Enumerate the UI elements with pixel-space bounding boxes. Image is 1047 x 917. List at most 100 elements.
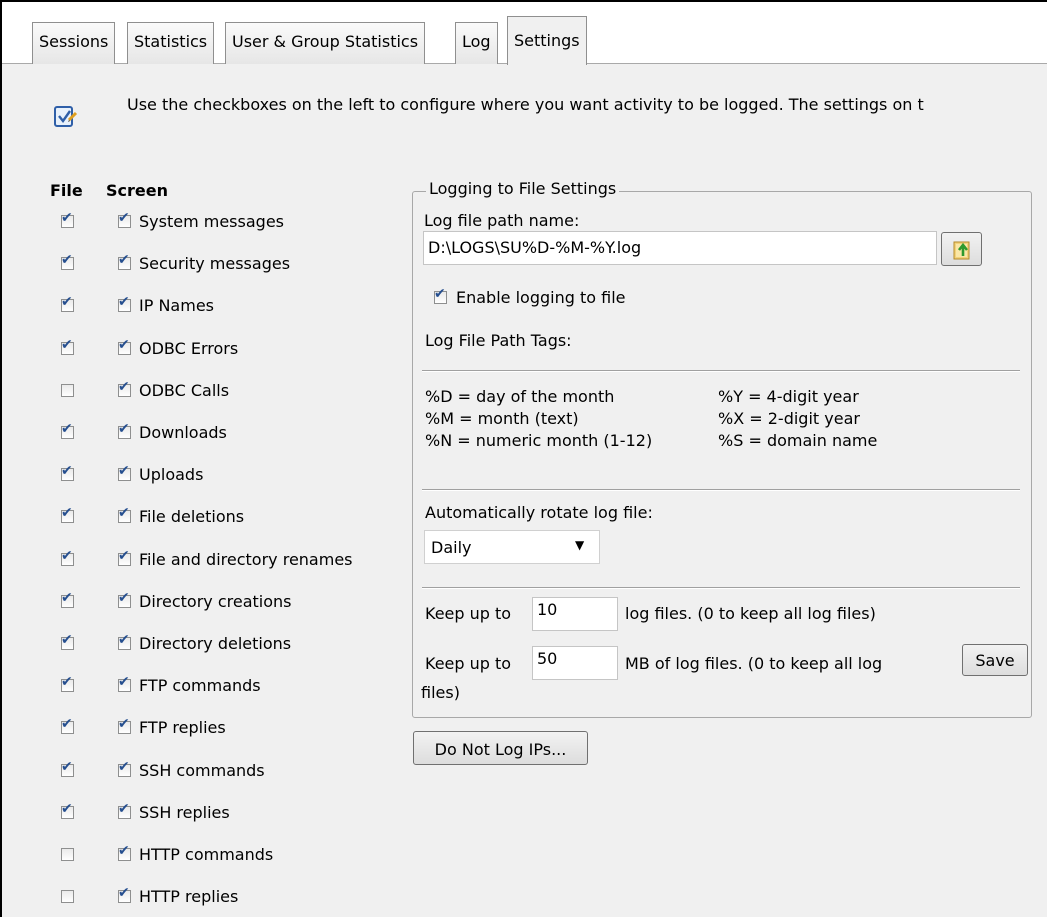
- group-legend: Logging to File Settings: [426, 179, 620, 198]
- keep-files-suffix: log files. (0 to keep all log files): [625, 604, 876, 623]
- checkmark-icon: ✔: [61, 421, 73, 437]
- logging-to-file-group: [412, 191, 1032, 718]
- checkmark-icon: ✔: [118, 632, 130, 648]
- save-button[interactable]: Save: [962, 644, 1028, 676]
- checklist-icon: [54, 104, 78, 128]
- screen-checkbox-http-replies[interactable]: ✔: [118, 886, 131, 903]
- keep-mb-input[interactable]: 50: [532, 646, 618, 680]
- keep-files-prefix: Keep up to: [425, 604, 512, 623]
- file-checkbox-directory-creations[interactable]: ✔: [61, 591, 74, 608]
- screen-checkbox-directory-deletions[interactable]: ✔: [118, 633, 131, 650]
- file-checkbox-ftp-commands[interactable]: ✔: [61, 675, 74, 692]
- enable-logging-label: Enable logging to file: [456, 288, 626, 307]
- screen-checkbox-file-and-directory-renames[interactable]: ✔: [118, 549, 131, 566]
- screen-checkbox-ssh-replies[interactable]: ✔: [118, 802, 131, 819]
- browse-folder-button[interactable]: [941, 232, 982, 266]
- checkmark-icon: ✔: [61, 337, 73, 353]
- screen-checkbox-ftp-commands[interactable]: ✔: [118, 675, 131, 692]
- checkmark-icon: ✔: [61, 632, 73, 648]
- tags-title: Log File Path Tags:: [425, 331, 572, 350]
- rotate-select[interactable]: Daily ▼: [424, 530, 600, 564]
- keep-files-input[interactable]: 10: [532, 597, 618, 631]
- file-checkbox-file-and-directory-renames[interactable]: ✔: [61, 549, 74, 566]
- checkmark-icon: ✔: [61, 590, 73, 606]
- checkmark-icon: ✔: [118, 252, 130, 268]
- folder-icon: [952, 239, 974, 265]
- file-checkbox-ssh-commands[interactable]: ✔: [61, 760, 74, 777]
- log-item-label: File deletions: [139, 507, 245, 526]
- screen-checkbox-system-messages[interactable]: ✔: [118, 211, 131, 228]
- screen-checkbox-uploads[interactable]: ✔: [118, 464, 131, 481]
- log-item-label: SSH commands: [139, 761, 265, 780]
- tab-log[interactable]: Log: [455, 22, 498, 64]
- screen-checkbox-ftp-replies[interactable]: ✔: [118, 717, 131, 734]
- log-item-label: File and directory renames: [139, 550, 353, 569]
- checkmark-icon: ✔: [118, 421, 130, 437]
- tag-month-text: %M = month (text): [425, 409, 579, 428]
- checkmark-icon: ✔: [118, 674, 130, 690]
- checkmark-icon: ✔: [118, 885, 130, 901]
- checkmark-icon: ✔: [118, 463, 130, 479]
- checkmark-icon: ✔: [61, 801, 73, 817]
- tag-domain-name: %S = domain name: [718, 431, 878, 450]
- checkmark-icon: ✔: [61, 210, 73, 226]
- log-item-label: Downloads: [139, 423, 227, 442]
- log-path-label: Log file path name:: [424, 211, 580, 230]
- tag-day: %D = day of the month: [425, 387, 615, 406]
- checkmark-icon: ✔: [61, 759, 73, 775]
- screen-checkbox-downloads[interactable]: ✔: [118, 422, 131, 439]
- screen-checkbox-odbc-errors[interactable]: ✔: [118, 338, 131, 355]
- log-item-label: ODBC Errors: [139, 339, 239, 358]
- tag-numeric-month: %N = numeric month (1-12): [425, 431, 653, 450]
- file-checkbox-system-messages[interactable]: ✔: [61, 211, 74, 228]
- tab-user-group-statistics[interactable]: User & Group Statistics: [225, 22, 426, 64]
- screen-checkbox-file-deletions[interactable]: ✔: [118, 506, 131, 523]
- chevron-down-icon: ▼: [575, 538, 585, 552]
- checkmark-icon: ✔: [61, 252, 73, 268]
- log-path-input[interactable]: D:\LOGS\SU%D-%M-%Y.log: [423, 231, 937, 265]
- file-checkbox-ftp-replies[interactable]: ✔: [61, 717, 74, 734]
- screen-checkbox-directory-creations[interactable]: ✔: [118, 591, 131, 608]
- file-checkbox-http-replies[interactable]: [61, 890, 74, 903]
- screen-checkbox-ssh-commands[interactable]: ✔: [118, 760, 131, 777]
- enable-logging-checkbox[interactable]: ✔: [434, 287, 447, 304]
- file-checkbox-downloads[interactable]: ✔: [61, 422, 74, 439]
- file-checkbox-directory-deletions[interactable]: ✔: [61, 633, 74, 650]
- checkmark-icon: ✔: [118, 801, 130, 817]
- tab-bar: Sessions Statistics User & Group Statist…: [2, 2, 1047, 65]
- tab-settings[interactable]: Settings: [507, 16, 587, 65]
- separator: [422, 587, 1020, 589]
- file-checkbox-odbc-errors[interactable]: ✔: [61, 338, 74, 355]
- log-item-label: Uploads: [139, 465, 204, 484]
- file-checkbox-ip-names[interactable]: ✔: [61, 295, 74, 312]
- file-checkbox-security-messages[interactable]: ✔: [61, 253, 74, 270]
- screen-column-header: Screen: [106, 181, 168, 200]
- screen-checkbox-http-commands[interactable]: ✔: [118, 844, 131, 861]
- file-checkbox-odbc-calls[interactable]: [61, 384, 74, 397]
- tab-sessions[interactable]: Sessions: [32, 22, 116, 64]
- do-not-log-ips-button[interactable]: Do Not Log IPs...: [413, 731, 588, 765]
- checkmark-icon: ✔: [61, 294, 73, 310]
- file-checkbox-uploads[interactable]: ✔: [61, 464, 74, 481]
- file-checkbox-http-commands[interactable]: [61, 848, 74, 861]
- tab-statistics[interactable]: Statistics: [127, 22, 215, 64]
- log-item-label: SSH replies: [139, 803, 230, 822]
- log-settings-window: Sessions Statistics User & Group Statist…: [0, 0, 1047, 917]
- log-item-label: HTTP commands: [139, 845, 274, 864]
- log-item-label: FTP commands: [139, 676, 261, 695]
- separator: [422, 370, 1020, 372]
- screen-checkbox-odbc-calls[interactable]: ✔: [118, 380, 131, 397]
- screen-checkbox-ip-names[interactable]: ✔: [118, 295, 131, 312]
- file-checkbox-file-deletions[interactable]: ✔: [61, 506, 74, 523]
- keep-mb-suffix-wrap: files): [421, 683, 460, 702]
- checkmark-icon: ✔: [118, 590, 130, 606]
- log-item-label: IP Names: [139, 296, 214, 315]
- file-checkbox-ssh-replies[interactable]: ✔: [61, 802, 74, 819]
- screen-checkbox-security-messages[interactable]: ✔: [118, 253, 131, 270]
- checkmark-icon: ✔: [61, 548, 73, 564]
- log-item-label: Directory deletions: [139, 634, 292, 653]
- checkmark-icon: ✔: [118, 337, 130, 353]
- log-item-label: HTTP replies: [139, 887, 239, 906]
- checkmark-icon: ✔: [118, 505, 130, 521]
- checkmark-icon: ✔: [118, 716, 130, 732]
